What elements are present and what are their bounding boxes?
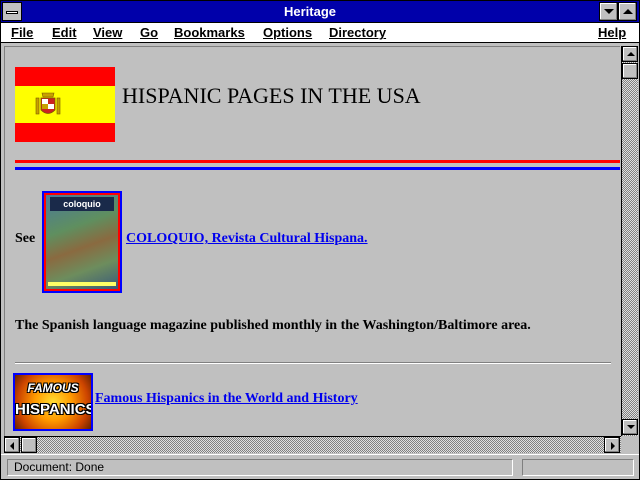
magazine-cover-photo: coloquio	[46, 195, 118, 289]
scroll-up-button[interactable]	[622, 46, 638, 62]
horizontal-rule	[15, 362, 611, 364]
title-bar[interactable]: Heritage	[1, 1, 639, 23]
famous-hispanics-link[interactable]: Famous Hispanics in the World and Histor…	[95, 391, 358, 407]
progress-indicator	[522, 459, 634, 476]
famous-image-text-top: FAMOUS	[27, 381, 79, 395]
flag-yellow-stripe	[15, 86, 115, 123]
menu-edit[interactable]: Edit	[52, 25, 77, 40]
menu-bookmarks[interactable]: Bookmarks	[174, 25, 245, 40]
flag-red-stripe-bottom	[15, 123, 115, 142]
menu-view[interactable]: View	[93, 25, 122, 40]
horizontal-scrollbar[interactable]	[4, 436, 621, 453]
maximize-icon	[623, 9, 633, 14]
browser-window: Heritage File Edit View Go Bookmarks Opt…	[0, 0, 640, 480]
coloquio-cover-image[interactable]: coloquio	[42, 191, 122, 293]
arrow-right-icon	[611, 442, 615, 450]
menu-bar: File Edit View Go Bookmarks Options Dire…	[1, 23, 639, 43]
see-label: See	[15, 231, 36, 246]
page-heading: HISPANIC PAGES IN THE USA	[122, 83, 421, 108]
maximize-button[interactable]	[618, 2, 637, 21]
vertical-scrollbar[interactable]	[621, 46, 638, 436]
scroll-down-button[interactable]	[622, 419, 638, 435]
menu-options[interactable]: Options	[263, 25, 312, 40]
menu-help[interactable]: Help	[598, 25, 626, 40]
horizontal-scroll-thumb[interactable]	[21, 437, 37, 453]
scrollbar-corner	[621, 436, 638, 453]
status-bar: Document: Done	[1, 454, 639, 479]
minimize-icon	[604, 9, 614, 14]
blue-divider	[15, 167, 620, 170]
status-text: Document: Done	[7, 459, 513, 476]
spain-flag-image	[15, 67, 115, 142]
menu-directory[interactable]: Directory	[329, 25, 386, 40]
minimize-button[interactable]	[599, 2, 618, 21]
arrow-left-icon	[10, 442, 14, 450]
vertical-scroll-thumb[interactable]	[622, 63, 638, 79]
magazine-title: coloquio	[50, 197, 114, 211]
arrow-up-icon	[627, 52, 635, 56]
menu-go[interactable]: Go	[140, 25, 158, 40]
system-menu-icon	[6, 11, 18, 14]
magazine-description: The Spanish language magazine published …	[15, 318, 531, 333]
window-title: Heritage	[283, 4, 337, 19]
system-menu-button[interactable]	[2, 2, 22, 21]
coloquio-link[interactable]: COLOQUIO, Revista Cultural Hispana.	[126, 231, 368, 247]
magazine-footer-band	[48, 282, 116, 286]
red-divider	[15, 160, 620, 163]
scroll-right-button[interactable]	[604, 437, 620, 453]
flag-red-stripe-top	[15, 67, 115, 86]
famous-image-text-bottom: HISPANICS	[15, 401, 93, 418]
arrow-down-icon	[627, 425, 635, 429]
menu-file[interactable]: File	[11, 25, 33, 40]
coat-of-arms-icon	[35, 92, 61, 115]
page-content: HISPANIC PAGES IN THE USA See coloquio C…	[4, 46, 620, 436]
famous-hispanics-image[interactable]: FAMOUS HISPANICS	[13, 373, 93, 431]
scroll-left-button[interactable]	[4, 437, 20, 453]
